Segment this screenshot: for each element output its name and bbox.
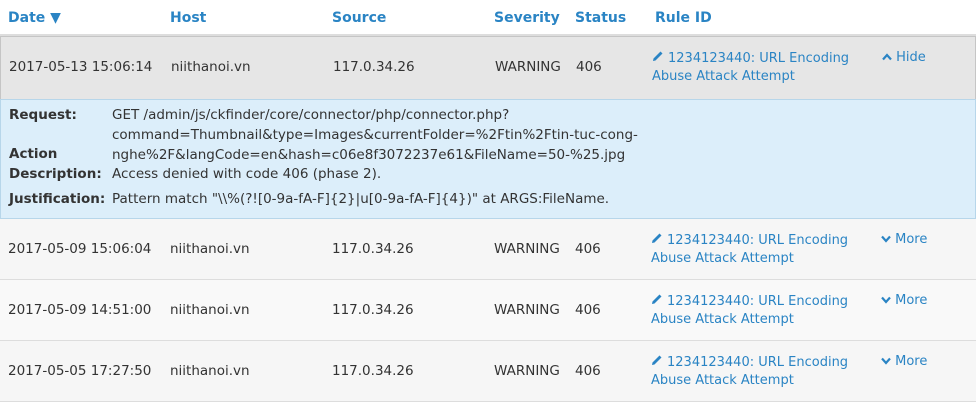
row-status: 406 — [576, 59, 602, 75]
column-header-date[interactable]: Date ▼ — [8, 10, 61, 26]
table-row[interactable]: 2017-05-13 15:06:14 niithanoi.vn 117.0.3… — [0, 36, 976, 99]
column-header-severity[interactable]: Severity — [494, 10, 560, 26]
rule-text-line1: 1234123440: URL Encoding — [667, 355, 849, 370]
pencil-icon — [652, 50, 664, 68]
row-severity: WARNING — [494, 302, 560, 318]
row-severity: WARNING — [494, 241, 560, 257]
waf-log-table: Date ▼ Host Source Severity Status Rule … — [0, 0, 976, 402]
action-description-value: Access denied with code 406 (phase 2). — [112, 166, 382, 182]
request-value: GET /admin/js/ckfinder/core/connector/ph… — [112, 107, 638, 163]
chevron-down-icon — [881, 232, 895, 247]
table-header: Date ▼ Host Source Severity Status Rule … — [0, 0, 976, 36]
hide-label: Hide — [896, 50, 926, 65]
chevron-up-icon — [882, 50, 896, 65]
table-row[interactable]: 2017-05-09 15:06:04 niithanoi.vn 117.0.3… — [0, 219, 976, 280]
more-label: More — [895, 354, 928, 369]
rule-link[interactable]: 1234123440: URL Encoding Abuse Attack At… — [651, 232, 848, 268]
pencil-icon — [651, 293, 663, 311]
pencil-icon — [651, 232, 663, 250]
chevron-down-icon — [881, 293, 895, 308]
column-header-status[interactable]: Status — [575, 10, 626, 26]
row-date: 2017-05-09 14:51:00 — [8, 302, 152, 318]
row-source: 117.0.34.26 — [332, 302, 414, 318]
rule-text-line1: 1234123440: URL Encoding — [667, 233, 849, 248]
rule-text-line2: Abuse Attack Attempt — [651, 312, 794, 327]
request-detail-panel: Request: GET /admin/js/ckfinder/core/con… — [0, 99, 976, 219]
column-header-host[interactable]: Host — [170, 10, 206, 26]
column-header-source[interactable]: Source — [332, 10, 386, 26]
row-source: 117.0.34.26 — [332, 241, 414, 257]
row-source: 117.0.34.26 — [332, 363, 414, 379]
row-severity: WARNING — [495, 59, 561, 75]
rule-text-line2: Abuse Attack Attempt — [651, 373, 794, 388]
rule-link[interactable]: 1234123440: URL Encoding Abuse Attack At… — [651, 293, 848, 329]
more-button[interactable]: More — [881, 354, 927, 369]
row-source: 117.0.34.26 — [333, 59, 415, 75]
row-status: 406 — [575, 363, 601, 379]
request-label: Request: — [9, 107, 77, 123]
table-row[interactable]: 2017-05-09 14:51:00 niithanoi.vn 117.0.3… — [0, 280, 976, 341]
row-severity: WARNING — [494, 363, 560, 379]
hide-button[interactable]: Hide — [882, 50, 926, 65]
action-label-line2: Description: — [9, 166, 102, 182]
row-date: 2017-05-05 17:27:50 — [8, 363, 152, 379]
justification-label: Justification: — [9, 191, 106, 207]
rule-text-line1: 1234123440: URL Encoding — [667, 294, 849, 309]
rule-text-line1: 1234123440: URL Encoding — [668, 51, 850, 66]
row-status: 406 — [575, 241, 601, 257]
more-label: More — [895, 232, 928, 247]
rule-text-line2: Abuse Attack Attempt — [651, 251, 794, 266]
row-host: niithanoi.vn — [170, 302, 250, 318]
row-host: niithanoi.vn — [170, 241, 250, 257]
row-date: 2017-05-13 15:06:14 — [9, 59, 153, 75]
row-host: niithanoi.vn — [171, 59, 251, 75]
action-label-line1: Action — [9, 146, 58, 162]
row-host: niithanoi.vn — [170, 363, 250, 379]
row-date: 2017-05-09 15:06:04 — [8, 241, 152, 257]
more-button[interactable]: More — [881, 293, 927, 308]
column-header-rule-id[interactable]: Rule ID — [655, 10, 712, 26]
justification-value: Pattern match "\\%(?![0-9a-fA-F]{2}|u[0-… — [112, 191, 610, 207]
rule-link[interactable]: 1234123440: URL Encoding Abuse Attack At… — [651, 354, 848, 390]
table-row[interactable]: 2017-05-05 17:27:50 niithanoi.vn 117.0.3… — [0, 341, 976, 402]
more-label: More — [895, 293, 928, 308]
row-status: 406 — [575, 302, 601, 318]
chevron-down-icon — [881, 354, 895, 369]
more-button[interactable]: More — [881, 232, 927, 247]
pencil-icon — [651, 354, 663, 372]
rule-text-line2: Abuse Attack Attempt — [652, 69, 795, 84]
rule-link[interactable]: 1234123440: URL Encoding Abuse Attack At… — [652, 50, 849, 86]
